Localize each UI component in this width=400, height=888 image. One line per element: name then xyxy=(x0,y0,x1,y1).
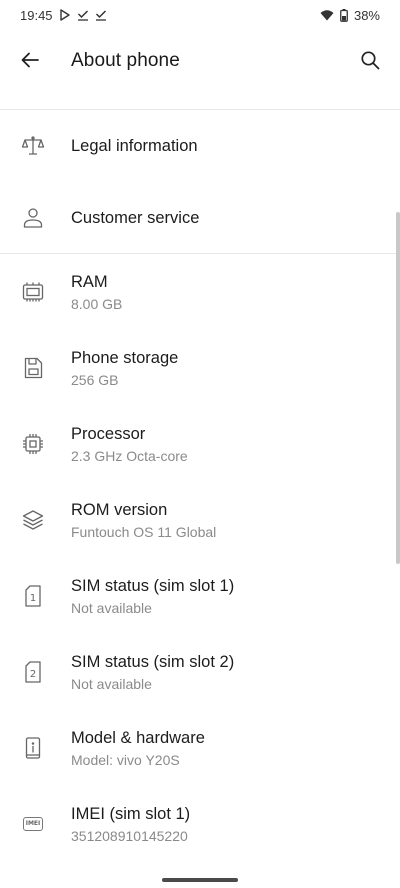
item-title: SIM status (sim slot 1) xyxy=(71,577,235,595)
header-divider xyxy=(0,109,400,110)
search-button[interactable] xyxy=(352,44,388,80)
back-button[interactable] xyxy=(12,44,48,80)
item-title: Customer service xyxy=(71,209,200,227)
list-item-legal-information[interactable]: Legal information xyxy=(0,120,396,180)
check-icon xyxy=(77,9,89,21)
list-item-sim-status-1[interactable]: 1 SIM status (sim slot 1) Not available xyxy=(0,568,396,632)
page-title: About phone xyxy=(71,50,180,71)
sim1-icon: 1 xyxy=(20,583,46,609)
cpu-icon xyxy=(20,431,46,457)
item-title: ROM version xyxy=(71,501,168,519)
status-right: 38% xyxy=(320,8,380,23)
list-item-sim-status-2[interactable]: 2 SIM status (sim slot 2) Not available xyxy=(0,644,396,708)
person-icon xyxy=(20,205,46,231)
item-title: Legal information xyxy=(71,137,198,155)
item-subtitle: Not available xyxy=(71,600,152,616)
status-time: 19:45 xyxy=(20,7,53,23)
item-subtitle: Not available xyxy=(71,676,152,692)
scrollbar[interactable] xyxy=(396,212,400,564)
play-store-icon xyxy=(59,9,71,21)
status-bar: 19:45 38% xyxy=(0,0,400,30)
item-subtitle: Model: vivo Y20S xyxy=(71,752,180,768)
imei-icon-text: IMEI xyxy=(22,817,44,831)
battery-icon xyxy=(340,8,348,22)
item-subtitle: Funtouch OS 11 Global xyxy=(71,524,217,540)
item-title: IMEI (sim slot 1) xyxy=(71,805,191,823)
item-title: Model & hardware xyxy=(71,729,205,747)
layers-icon xyxy=(20,507,46,533)
about-phone-screen: 19:45 38% About phone Legal information … xyxy=(0,0,400,888)
item-subtitle: 2.3 GHz Octa-core xyxy=(71,448,188,464)
section-divider xyxy=(0,253,400,254)
item-subtitle: 8.00 GB xyxy=(71,296,123,312)
scales-icon xyxy=(20,133,46,159)
search-icon xyxy=(360,50,380,75)
battery-percent: 38% xyxy=(353,7,380,23)
list-item-model-hardware[interactable]: Model & hardware Model: vivo Y20S xyxy=(0,720,396,784)
item-title: Processor xyxy=(71,425,146,443)
status-left: 19:45 xyxy=(20,8,107,23)
item-subtitle: 351208910145220 xyxy=(71,828,188,844)
svg-text:1: 1 xyxy=(30,593,36,604)
ram-icon xyxy=(20,279,46,305)
list-item-rom-version[interactable]: ROM version Funtouch OS 11 Global xyxy=(0,492,396,556)
gesture-nav-handle[interactable] xyxy=(162,878,238,882)
item-title: RAM xyxy=(71,273,108,291)
item-title: Phone storage xyxy=(71,349,179,367)
list-item-phone-storage[interactable]: Phone storage 256 GB xyxy=(0,340,396,404)
list-item-processor[interactable]: Processor 2.3 GHz Octa-core xyxy=(0,416,396,480)
check-icon xyxy=(95,9,107,21)
phone-info-icon xyxy=(20,735,46,761)
item-subtitle: 256 GB xyxy=(71,372,119,388)
arrow-left-icon xyxy=(20,50,40,75)
list-item-imei-1[interactable]: IMEI IMEI (sim slot 1) 351208910145220 xyxy=(0,796,396,860)
imei-icon: IMEI xyxy=(20,811,46,837)
app-bar: About phone xyxy=(0,34,400,90)
list-item-ram[interactable]: RAM 8.00 GB xyxy=(0,264,396,328)
svg-text:2: 2 xyxy=(30,669,36,680)
sim2-icon: 2 xyxy=(20,659,46,685)
storage-icon xyxy=(20,355,46,381)
wifi-icon xyxy=(320,9,334,21)
list-item-customer-service[interactable]: Customer service xyxy=(0,190,396,250)
item-title: SIM status (sim slot 2) xyxy=(71,653,235,671)
